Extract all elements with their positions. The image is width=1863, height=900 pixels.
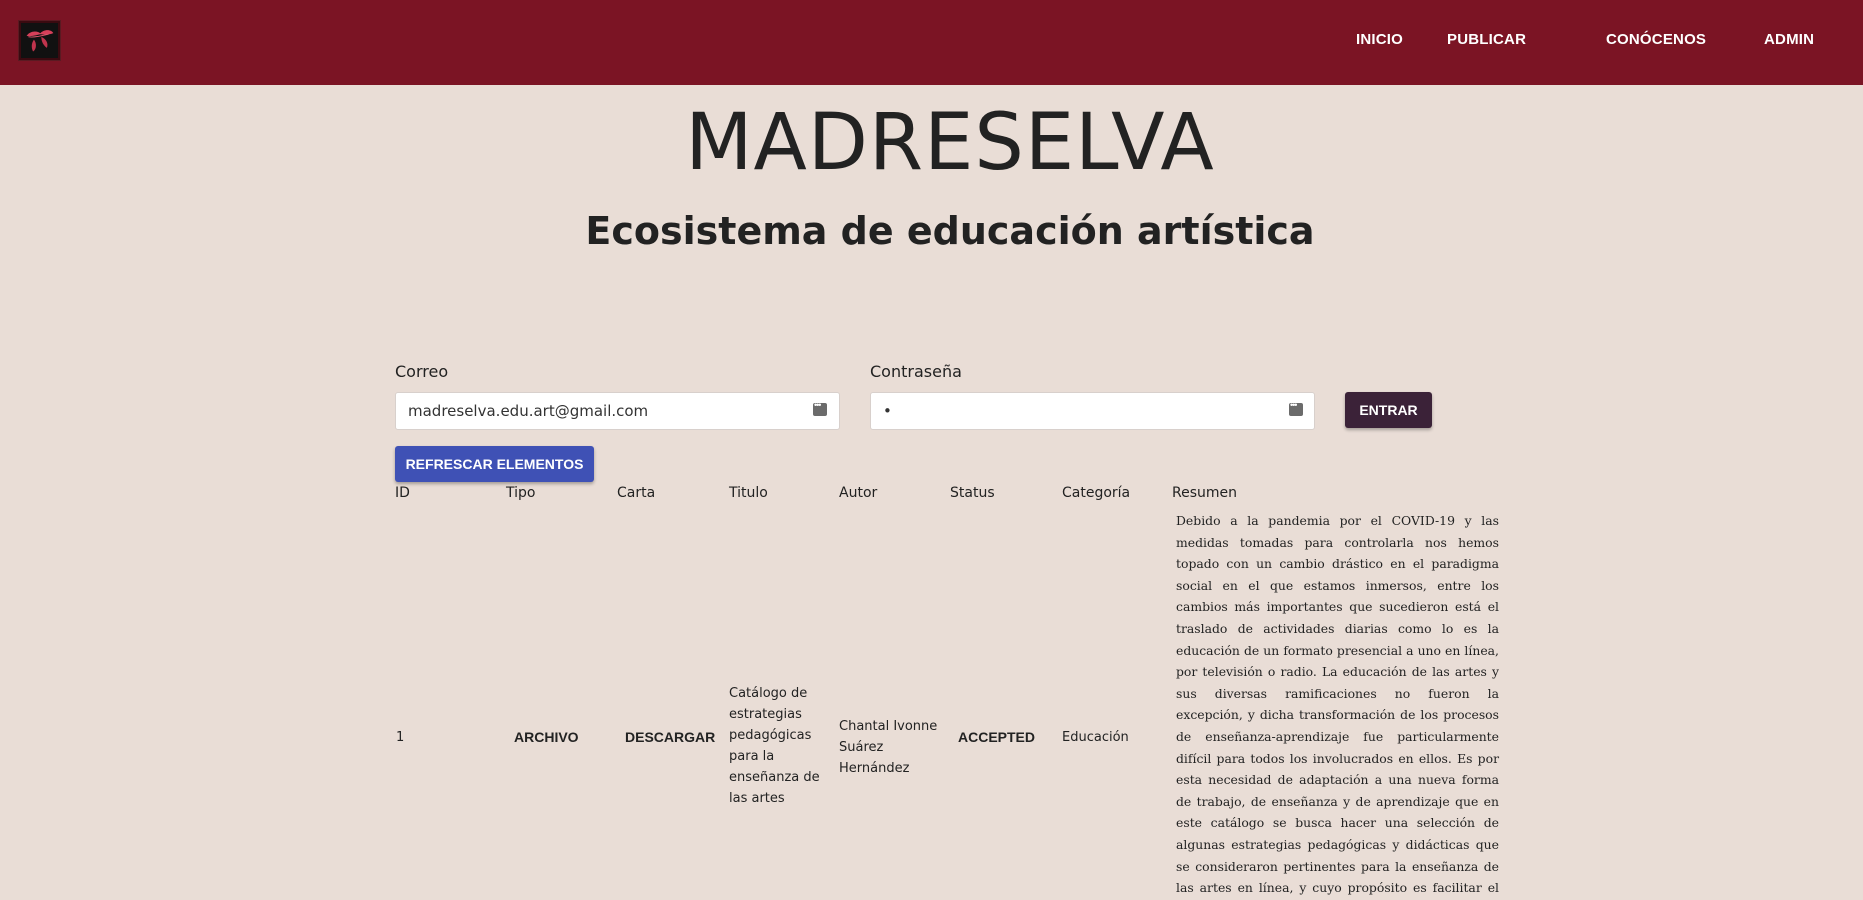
column-header-autor: Autor <box>839 485 878 501</box>
autofill-key-icon[interactable] <box>813 400 827 416</box>
column-header-id: ID <box>395 485 410 501</box>
login-button[interactable]: ENTRAR <box>1345 392 1432 428</box>
email-field[interactable]: madreselva.edu.art@gmail.com <box>395 392 840 430</box>
column-header-carta: Carta <box>617 485 656 501</box>
cell-resumen: Debido a la pandemia por el COVID-19 y l… <box>1176 513 1499 896</box>
column-header-titulo: Titulo <box>729 485 768 501</box>
archivo-button[interactable]: ARCHIVO <box>514 727 579 748</box>
email-label: Correo <box>395 362 449 381</box>
site-title: MADRESELVA <box>685 98 1215 188</box>
nav-link-admin[interactable]: ADMIN <box>1764 31 1814 48</box>
cell-titulo: Catálogo de estrategias pedagógicas para… <box>729 686 820 806</box>
cell-autor: Chantal Ivonne Suárez Hernández <box>839 719 938 776</box>
top-navbar: INICIO PUBLICAR CONÓCENOS ADMIN <box>0 0 1863 85</box>
column-header-categoria: Categoría <box>1062 485 1131 501</box>
autofill-key-icon[interactable] <box>1289 400 1303 416</box>
column-header-status: Status <box>950 485 995 501</box>
nav-link-inicio[interactable]: INICIO <box>1356 31 1403 48</box>
nav-link-publicar[interactable]: PUBLICAR <box>1447 31 1526 48</box>
status-badge[interactable]: ACCEPTED <box>958 727 1035 748</box>
column-header-tipo: Tipo <box>506 485 536 501</box>
password-label: Contraseña <box>870 362 962 381</box>
nav-link-conocenos[interactable]: CONÓCENOS <box>1606 31 1706 48</box>
descargar-button[interactable]: DESCARGAR <box>625 727 715 748</box>
refresh-elements-button[interactable]: REFRESCAR ELEMENTOS <box>395 446 594 482</box>
password-field[interactable]: • <box>870 392 1315 430</box>
madreselva-logo-icon[interactable] <box>18 20 61 61</box>
column-header-resumen: Resumen <box>1172 485 1238 501</box>
cell-categoria: Educación <box>1062 730 1129 745</box>
cell-id: 1 <box>396 730 405 745</box>
site-subtitle: Ecosistema de educación artística <box>585 209 1315 253</box>
